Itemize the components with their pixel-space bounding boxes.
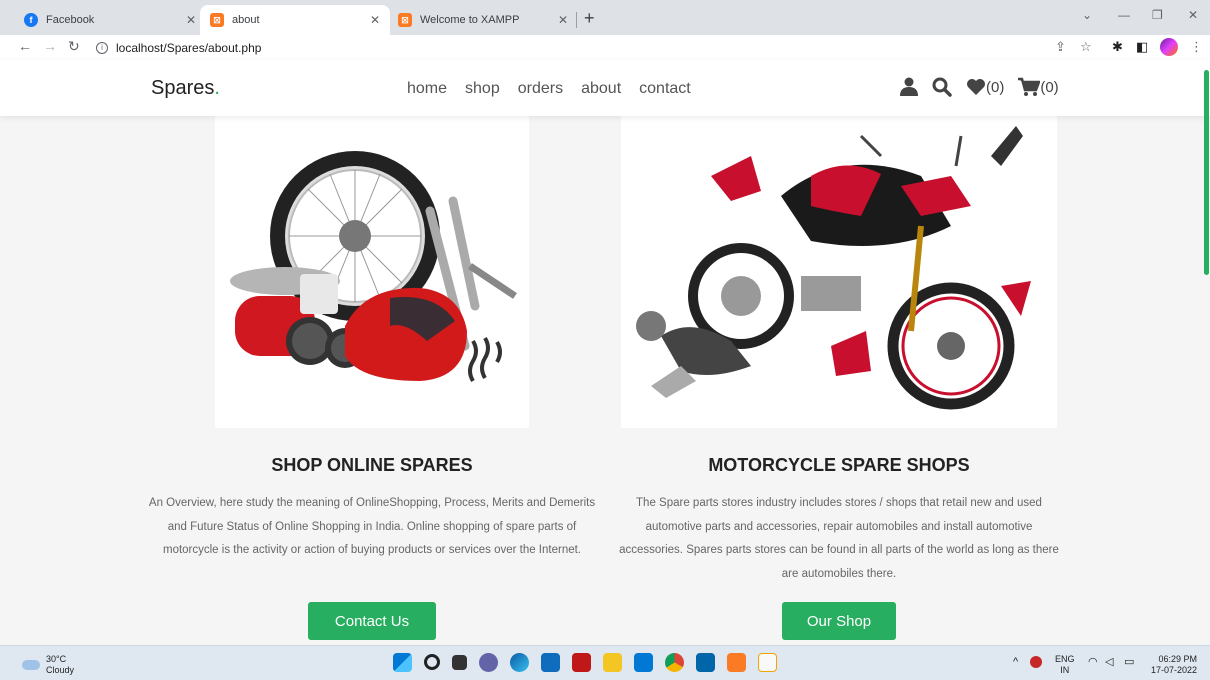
cloud-icon <box>22 660 40 670</box>
tray-chevron-icon[interactable]: ^ <box>1013 657 1018 668</box>
start-icon[interactable] <box>393 653 412 672</box>
weather-temp: 30°C <box>46 654 67 664</box>
main-nav: home shop orders about contact <box>407 80 691 98</box>
site-header: Spares. home shop orders about contact (… <box>0 60 1210 116</box>
tab-separator <box>576 12 577 28</box>
nav-home[interactable]: home <box>407 80 447 98</box>
url-field[interactable]: i localhost/Spares/about.php <box>92 37 1092 58</box>
tab-title: about <box>232 14 260 26</box>
chrome-icon[interactable] <box>665 653 684 672</box>
nav-about[interactable]: about <box>581 80 621 98</box>
weather-condition: Cloudy <box>46 665 75 675</box>
our-shop-button[interactable]: Our Shop <box>782 602 896 640</box>
snipping-tool-icon[interactable] <box>758 653 777 672</box>
contact-us-button[interactable]: Contact Us <box>308 602 436 640</box>
cart-button[interactable]: (0) <box>1018 77 1059 97</box>
vscode-icon[interactable] <box>696 653 715 672</box>
new-tab-icon[interactable]: + <box>584 8 595 29</box>
mcafee-tray-icon[interactable] <box>1030 656 1042 668</box>
reload-icon[interactable]: ↻ <box>68 38 80 55</box>
edge-icon[interactable] <box>510 653 529 672</box>
share-icon[interactable]: ⇪ <box>1055 39 1066 55</box>
close-icon[interactable]: ✕ <box>370 13 380 27</box>
tab-search-icon[interactable]: ⌄ <box>1082 8 1092 22</box>
heart-icon <box>967 79 985 95</box>
file-explorer-icon[interactable] <box>603 653 622 672</box>
weather-widget[interactable]: 30°C Cloudy <box>22 654 74 676</box>
forward-icon[interactable]: → <box>43 38 57 54</box>
cart-icon <box>1018 77 1041 96</box>
task-view-icon[interactable] <box>452 655 467 670</box>
tab-title: Facebook <box>46 14 95 26</box>
teams-icon[interactable] <box>479 653 498 672</box>
xampp-icon: ⊠ <box>210 13 224 27</box>
address-bar-row: ← → ↻ i localhost/Spares/about.php ⇪ ☆ ✱… <box>0 35 1210 60</box>
close-icon[interactable]: ✕ <box>186 13 196 27</box>
taskbar-apps <box>393 653 777 672</box>
clock[interactable]: 06:29 PM 17-07-2022 <box>1147 654 1197 676</box>
site-info-icon[interactable]: i <box>96 41 108 54</box>
section-title-shop-online: SHOP ONLINE SPARES <box>271 455 473 475</box>
nav-shop[interactable]: shop <box>465 80 500 98</box>
volume-icon[interactable]: ◁ <box>1105 657 1113 668</box>
facebook-icon: f <box>24 13 38 27</box>
menu-icon[interactable]: ⋮ <box>1190 39 1203 55</box>
tab-xampp[interactable]: ⊠ Welcome to XAMPP ✕ <box>388 5 578 35</box>
window-close-icon[interactable]: ✕ <box>1188 8 1198 22</box>
wishlist-count: (0) <box>986 78 1005 96</box>
nav-orders[interactable]: orders <box>518 80 563 98</box>
section-text-shop-online: An Overview, here study the meaning of O… <box>148 497 596 556</box>
tab-about[interactable]: ⊠ about ✕ <box>200 5 390 35</box>
extensions-icon[interactable]: ✱ <box>1112 39 1123 55</box>
url-text: localhost/Spares/about.php <box>116 40 262 55</box>
restore-icon[interactable]: ❐ <box>1152 8 1163 22</box>
side-panel-icon[interactable]: ◧ <box>1136 39 1148 55</box>
site-logo[interactable]: Spares. <box>151 77 220 100</box>
bookmark-star-icon[interactable]: ☆ <box>1080 39 1092 55</box>
language-indicator[interactable]: ENG IN <box>1055 654 1075 676</box>
section-title-motorcycle-shops: MOTORCYCLE SPARE SHOPS <box>708 455 970 475</box>
motorcycle-parts-image <box>621 116 1057 428</box>
close-icon[interactable]: ✕ <box>558 13 568 27</box>
search-taskbar-icon[interactable] <box>424 654 440 670</box>
windows-taskbar: 30°C Cloudy ^ ENG IN ◠ ◁ ▭ 06:29 PM 17-07-2… <box>0 645 1210 680</box>
wifi-icon[interactable]: ◠ <box>1088 657 1098 668</box>
back-icon[interactable]: ← <box>18 38 32 54</box>
xampp-icon: ⊠ <box>398 13 412 27</box>
minimize-icon[interactable]: — <box>1118 8 1130 22</box>
cart-count: (0) <box>1040 78 1059 96</box>
store-icon[interactable] <box>634 653 653 672</box>
xampp-taskbar-icon[interactable] <box>727 653 746 672</box>
battery-icon[interactable]: ▭ <box>1124 657 1134 668</box>
user-icon[interactable] <box>900 77 918 97</box>
search-icon[interactable] <box>932 77 952 97</box>
mcafee-icon[interactable] <box>572 653 591 672</box>
section-text-motorcycle-shops: The Spare parts stores industry includes… <box>619 497 1059 580</box>
tab-title: Welcome to XAMPP <box>420 14 520 26</box>
header-icons: (0) (0) <box>900 77 1073 97</box>
spare-parts-image <box>215 116 529 428</box>
wishlist-button[interactable]: (0) <box>966 78 1004 96</box>
profile-avatar[interactable] <box>1160 38 1178 56</box>
nav-contact[interactable]: contact <box>639 80 691 98</box>
tab-facebook[interactable]: f Facebook ✕ <box>14 5 206 35</box>
scrollbar-thumb[interactable] <box>1204 70 1209 275</box>
mail-icon[interactable] <box>541 653 560 672</box>
browser-tab-bar: f Facebook ✕ ⊠ about ✕ ⊠ Welcome to XAMP… <box>0 0 1210 35</box>
